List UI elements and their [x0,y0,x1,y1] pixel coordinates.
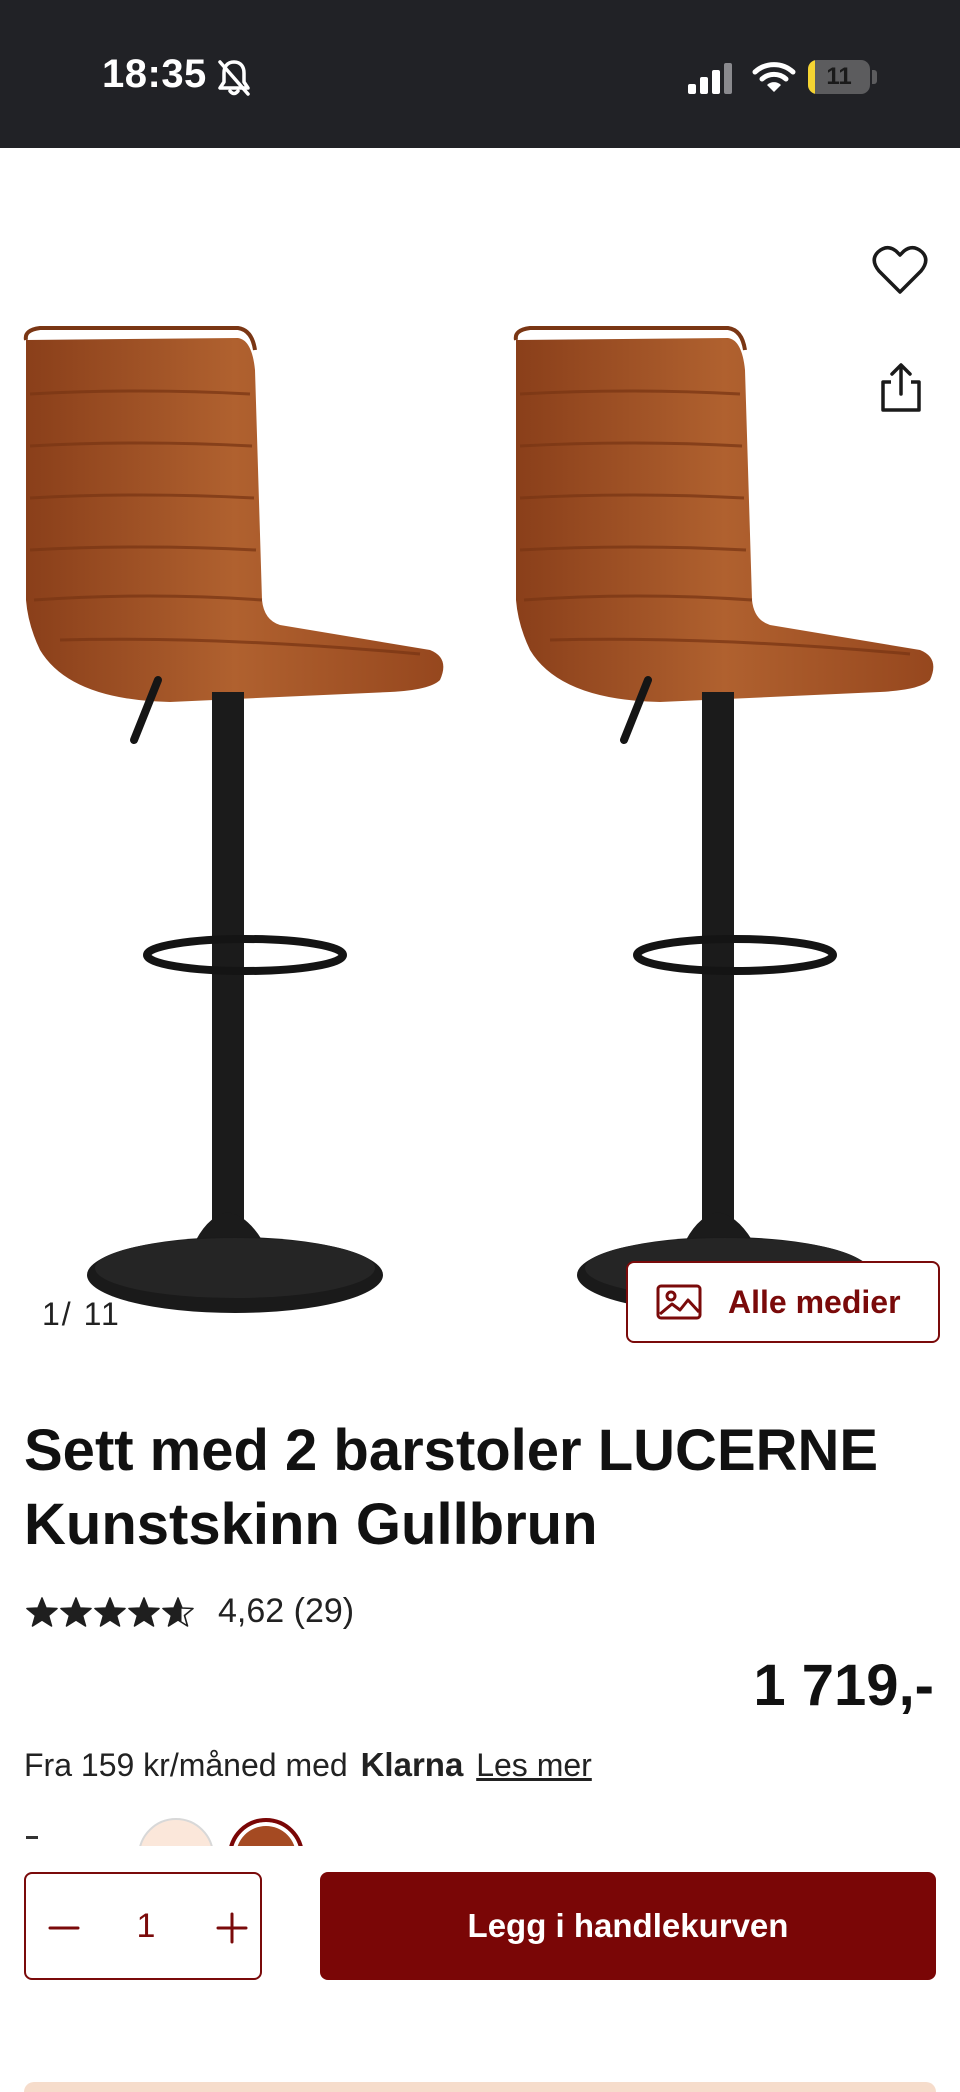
star-icon [128,1596,160,1627]
product-image-stool-left [23,326,444,1313]
star-icon [162,1596,194,1627]
minus-icon[interactable] [36,1900,92,1956]
product-rating[interactable]: 4,62 (29) [26,1592,354,1631]
bell-slash-icon [218,60,250,96]
share-icon[interactable] [877,362,925,414]
image-counter: 1/ 11 [42,1296,121,1333]
financing-info: Fra 159 kr/måned med Klarna Les mer [24,1746,592,1784]
status-bar: 18:35 11 [0,0,960,148]
star-icon [94,1596,126,1627]
battery-icon: 11 [808,60,870,94]
wifi-icon [752,62,796,92]
battery-cap [872,70,877,84]
heart-icon[interactable] [872,244,928,296]
financing-text: Fra 159 kr/måned med [24,1747,348,1783]
klarna-logo: Klarna [360,1746,464,1783]
add-to-cart-bar: 1 Legg i handlekurven [0,1846,960,2087]
add-to-cart-label: Legg i handlekurven [467,1907,789,1944]
plus-icon[interactable] [204,1900,260,1956]
all-media-label: Alle medier [728,1283,901,1320]
image-icon [656,1284,702,1320]
image-counter-total: 11 [83,1296,121,1332]
image-counter-current: 1 [42,1296,62,1332]
product-image-stool-right [513,326,934,1313]
star-icon [60,1596,92,1627]
rating-stars [26,1596,196,1628]
image-counter-separator: / [61,1296,73,1332]
quantity-stepper: 1 [24,1872,262,1980]
rating-value: 4,62 (29) [218,1592,355,1630]
star-icon [26,1596,58,1627]
read-more-link[interactable]: Les mer [476,1747,592,1783]
all-media-button[interactable]: Alle medier [626,1261,940,1343]
status-time: 18:35 [102,52,207,96]
add-to-cart-button[interactable]: Legg i handlekurven [320,1872,936,1980]
product-price: 1 719,- [753,1653,934,1718]
product-title: Sett med 2 barstoler LUCERNE Kunstskinn … [24,1418,879,1557]
cellular-signal-icon [688,63,732,94]
battery-percent: 11 [826,63,852,90]
swatch-label-dash [26,1836,38,1839]
next-section-peek [24,2082,936,2092]
quantity-value[interactable]: 1 [96,1874,196,1978]
